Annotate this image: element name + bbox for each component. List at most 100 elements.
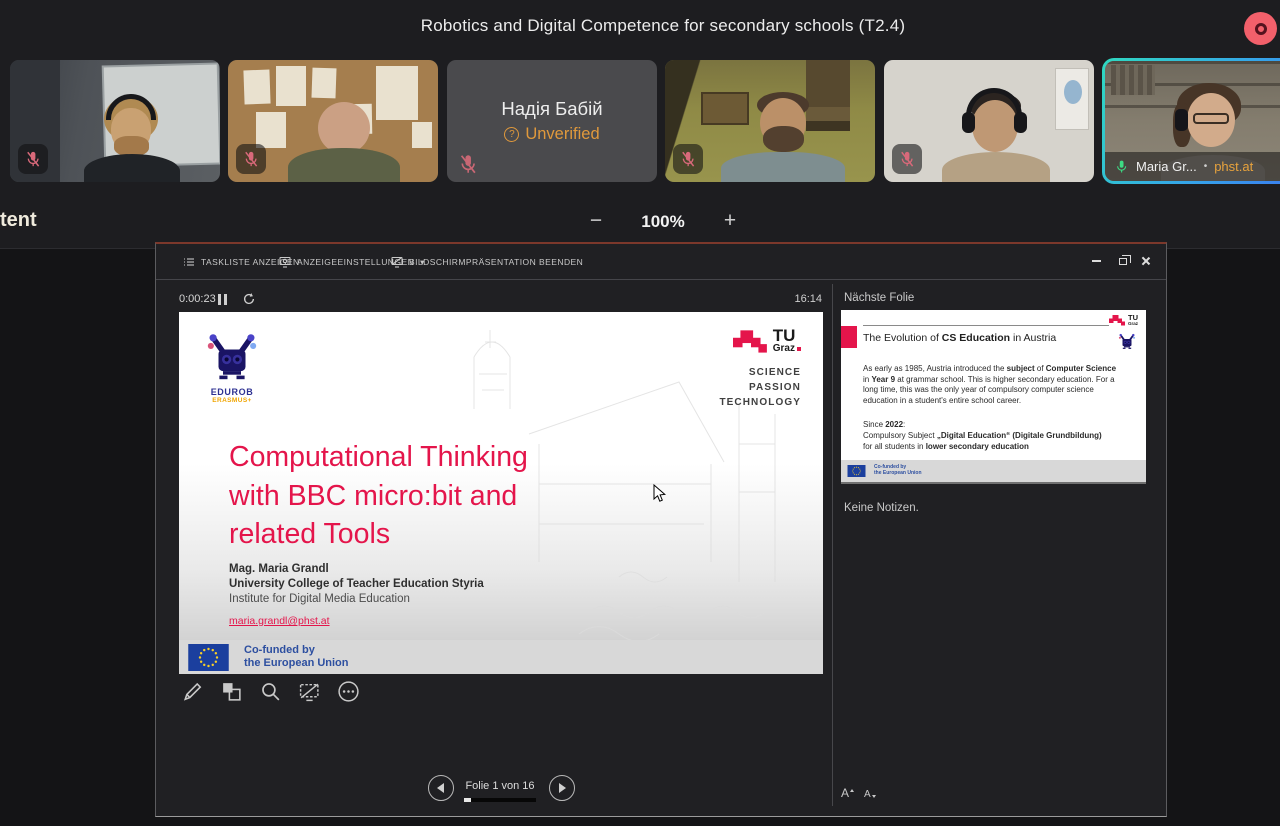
email-link[interactable]: maria.grandl@phst.at — [229, 615, 330, 627]
pause-timer-button[interactable] — [218, 294, 230, 305]
active-speaker-border: Maria Gr... • phst.at — [1102, 58, 1280, 184]
tasklist-icon — [183, 256, 195, 268]
mic-muted-badge — [236, 144, 266, 174]
red-square-icon — [797, 347, 801, 351]
toolbar-label: BILDSCHIRMPRÄSENTATION BEENDEN — [409, 257, 583, 267]
person-art — [288, 148, 400, 182]
separator-dot: • — [1204, 161, 1208, 172]
eu-funding-text: Co-funded by the European Union — [244, 644, 349, 670]
tu-tagline: SCIENCE PASSION TECHNOLOGY — [719, 365, 801, 410]
next-slide-title: The Evolution of CS Education in Austria — [863, 332, 1113, 344]
panel-divider — [832, 284, 833, 806]
slide-title: Computational Thinking with BBC micro:bi… — [229, 438, 528, 554]
next-slide-paragraph: for all students in lower secondary educ… — [863, 442, 1029, 451]
mic-off-icon — [24, 150, 42, 168]
paper-art — [412, 122, 432, 148]
shared-presenter-window: TASKLISTE ANZEIGEN ANZEIGEEINSTELLUNGEN … — [155, 242, 1167, 817]
person-art — [942, 152, 1050, 182]
previous-slide-button[interactable] — [428, 775, 454, 801]
edurob-logo-name: EDUROB — [197, 387, 267, 397]
notes-font-controls: A A — [841, 786, 876, 800]
clock-time: 16:14 — [736, 293, 822, 305]
shelf-art — [806, 60, 850, 131]
title-line: with BBC micro:bit and — [229, 477, 528, 516]
arrow-left-icon — [432, 783, 444, 793]
pause-icon — [218, 294, 221, 305]
eu-funding-text: Co-funded by the European Union — [874, 465, 922, 477]
black-screen-button[interactable] — [298, 680, 321, 703]
tu-label: TU — [773, 328, 801, 343]
notes-text: Keine Notizen. — [844, 502, 919, 514]
participant-domain: phst.at — [1214, 159, 1253, 174]
map-poster-art — [1064, 80, 1082, 104]
mic-muted-badge — [18, 144, 48, 174]
record-icon — [1255, 23, 1267, 35]
next-slide-paragraph: As early as 1985, Austria introduced the… — [863, 364, 1119, 406]
mic-on-icon — [1114, 159, 1129, 174]
record-indicator-button[interactable] — [1244, 12, 1277, 45]
headphones-art — [962, 112, 975, 133]
next-slide-label: Nächste Folie — [844, 292, 914, 304]
end-slideshow-button[interactable]: BILDSCHIRMPRÄSENTATION BEENDEN — [391, 244, 583, 280]
next-slide-button[interactable] — [549, 775, 575, 801]
graz-label: Graz — [773, 343, 795, 354]
author-institute: Institute for Digital Media Education — [229, 592, 484, 607]
tu-graz-logo-small: TU Graz — [1109, 314, 1138, 327]
close-icon — [1141, 256, 1151, 266]
zoom-in-button[interactable]: + — [715, 206, 745, 236]
person-art — [84, 154, 180, 182]
title-line: Computational Thinking — [229, 438, 528, 477]
restore-icon — [1119, 258, 1127, 265]
person-art — [721, 152, 845, 182]
glasses-art — [1193, 113, 1229, 124]
slide-progress-bar — [464, 798, 536, 802]
picture-art — [701, 92, 749, 125]
eu-flag-icon — [187, 644, 230, 671]
unverified-label: Unverified — [525, 125, 599, 144]
person-art — [763, 126, 804, 152]
window-close-button[interactable] — [1136, 254, 1156, 268]
zoom-level: 100% — [628, 212, 698, 232]
person-art — [114, 136, 149, 156]
mic-off-icon — [242, 150, 260, 168]
more-options-button[interactable] — [337, 680, 360, 703]
clipped-heading: tent — [0, 209, 42, 232]
tu-label: TU — [1128, 314, 1138, 321]
person-art — [318, 102, 370, 154]
headphones-art — [1175, 109, 1188, 131]
paper-art — [243, 70, 270, 105]
current-slide: EDUROB ERASMUS+ TU Graz SCIENCE PASSION … — [179, 312, 823, 674]
zoom-tool-button[interactable] — [259, 680, 282, 703]
window-restore-button[interactable] — [1113, 254, 1133, 268]
unverified-status: ? Unverified — [504, 125, 599, 144]
participant-tile-6[interactable]: Maria Gr... • phst.at — [1105, 61, 1280, 181]
erasmus-label: ERASMUS+ — [197, 397, 267, 404]
increase-font-button[interactable]: A — [841, 786, 854, 800]
author-block: Mag. Maria Grandl University College of … — [229, 562, 484, 607]
participant-tile-1[interactable] — [10, 60, 220, 182]
tu-graz-mark-icon — [1109, 314, 1126, 327]
participant-tile-5[interactable] — [884, 60, 1094, 182]
decrease-font-button[interactable]: A — [864, 789, 876, 800]
next-slide-paragraph: Compulsory Subject „Digital Education“ (… — [863, 431, 1102, 440]
participant-name: Maria Gr... — [1136, 159, 1197, 174]
participant-tile-4[interactable] — [665, 60, 875, 182]
restart-timer-button[interactable] — [242, 292, 256, 306]
pen-tool-button[interactable] — [181, 680, 204, 703]
presenter-tools — [181, 680, 360, 703]
pause-icon — [224, 294, 227, 305]
mouse-cursor — [653, 484, 666, 503]
slide-counter: Folie 1 von 16 — [462, 780, 538, 792]
edurob-robot-icon — [205, 326, 259, 382]
participant-tile-3[interactable]: Надія Бабій ? Unverified — [447, 60, 657, 182]
window-minimize-button[interactable] — [1086, 254, 1106, 268]
author-name: Mag. Maria Grandl — [229, 562, 484, 577]
participant-tile-2[interactable] — [228, 60, 438, 182]
mic-off-icon — [898, 150, 916, 168]
tagline-line: TECHNOLOGY — [719, 395, 801, 410]
title-rule — [863, 325, 1109, 326]
paper-art — [256, 112, 286, 148]
tagline-line: SCIENCE — [719, 365, 801, 380]
slide-sorter-button[interactable] — [220, 680, 243, 703]
zoom-out-button[interactable]: − — [581, 206, 611, 236]
